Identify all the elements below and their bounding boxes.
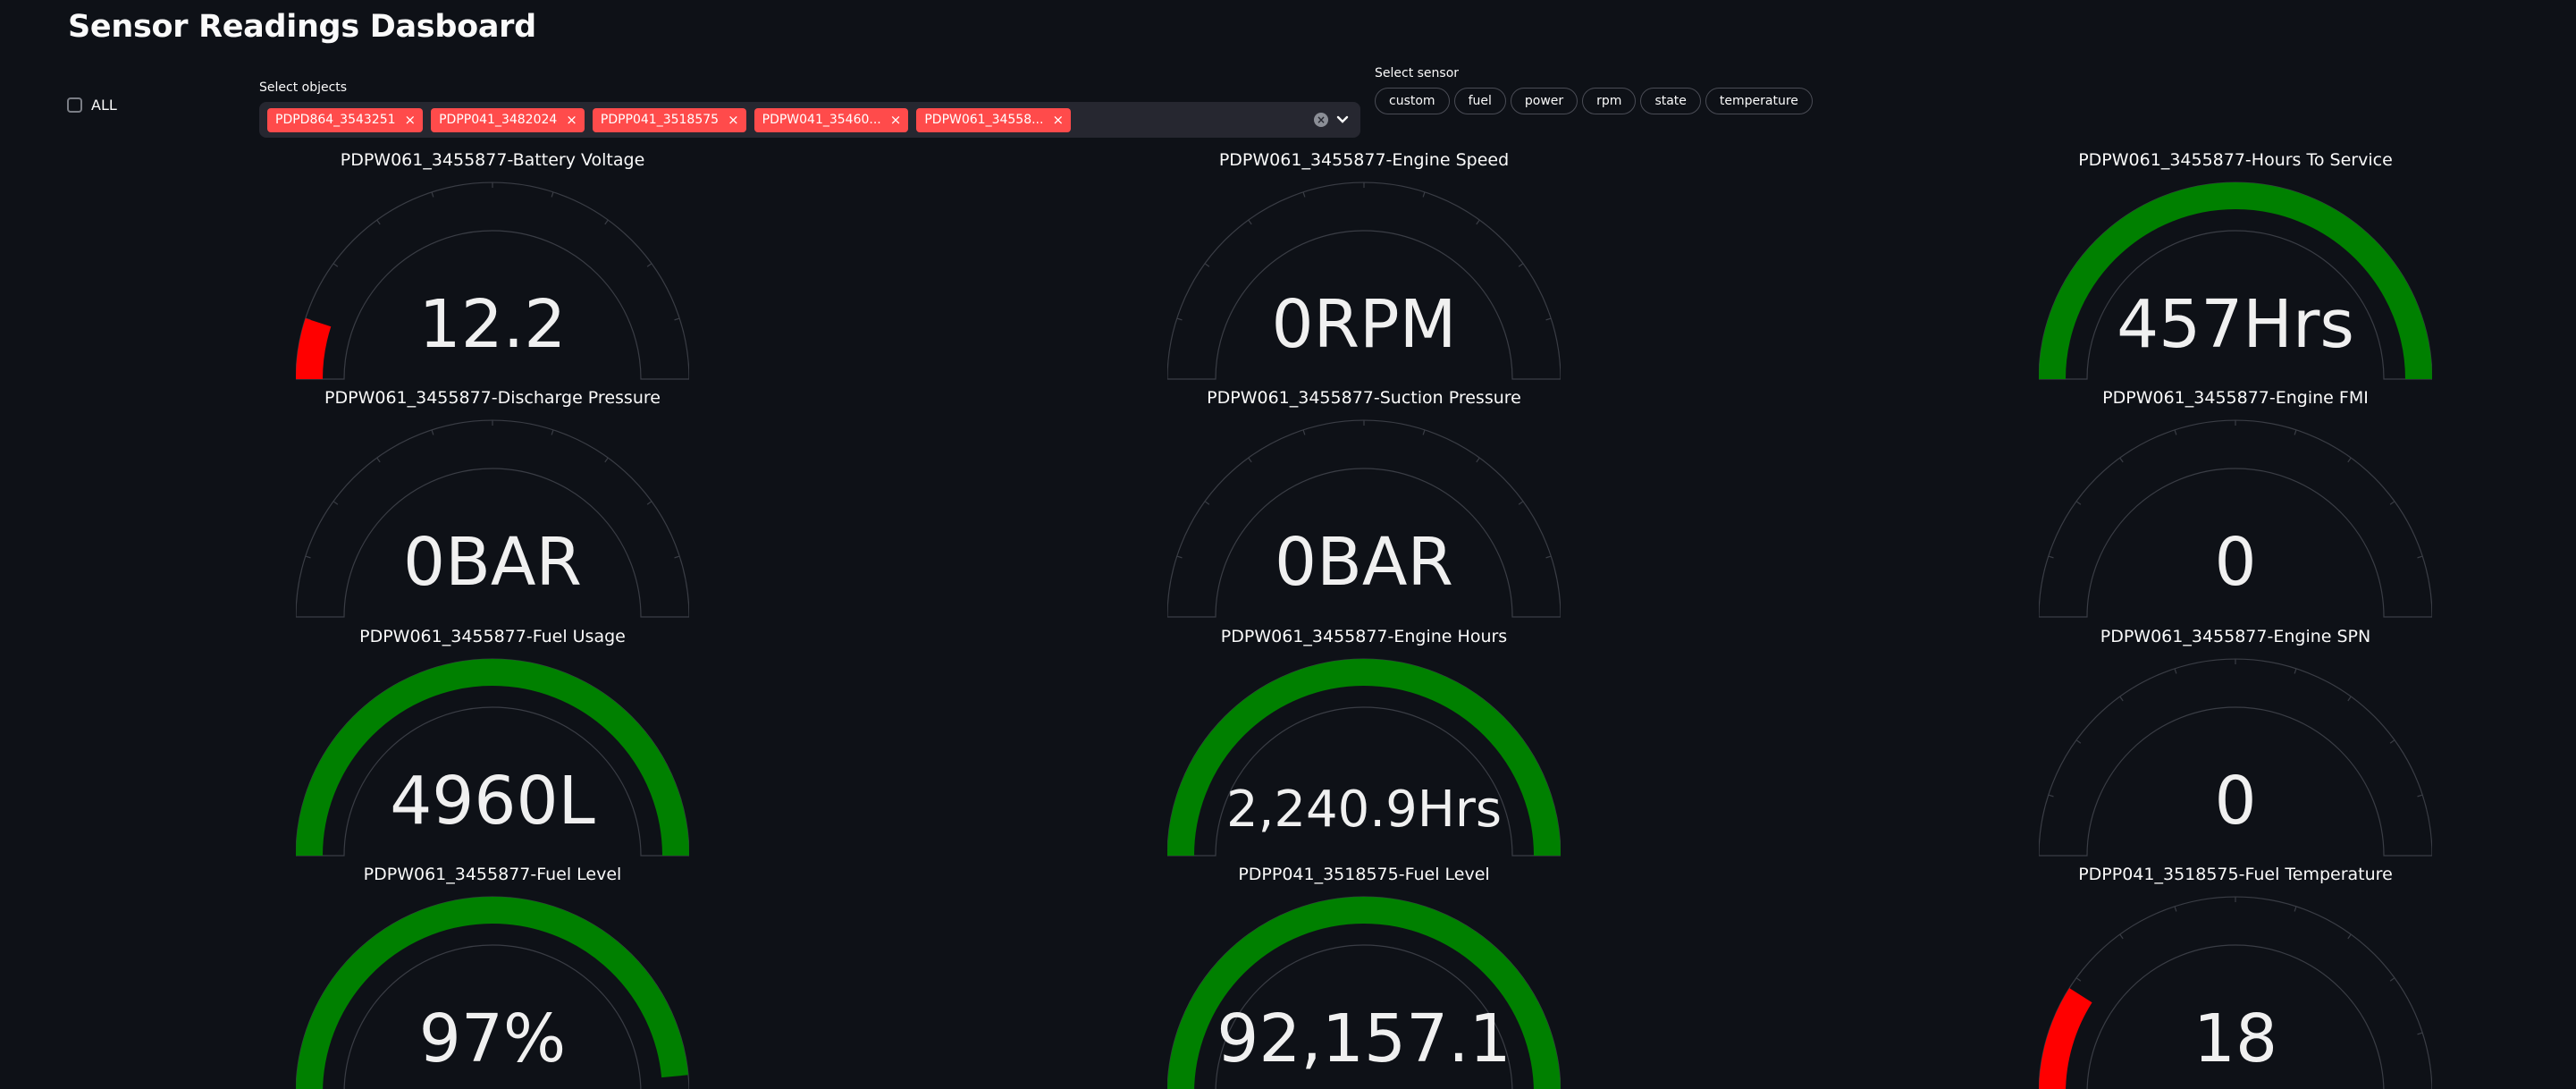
select-sensor-label: Select sensor: [1375, 66, 1460, 80]
gauge-tick: [551, 191, 554, 198]
gauge-card: PDPW061_3455877-Hours To Service 457Hrs: [2039, 150, 2432, 388]
gauge-value: 0BAR: [403, 524, 582, 601]
gauge-value: 0: [2214, 524, 2257, 601]
gauge-card: PDPW061_3455877-Engine SPN 0: [2039, 627, 2432, 865]
gauge-tick: [2174, 906, 2177, 912]
gauge-tick: [1204, 263, 1210, 267]
remove-chip-icon[interactable]: ×: [566, 113, 577, 127]
gauge-tick: [2174, 429, 2177, 435]
gauge-tick: [2347, 696, 2352, 702]
gauge-tick: [2389, 977, 2395, 982]
gauge-tick: [376, 457, 381, 463]
gauge-card: PDPP041_3518575-Fuel Temperature 18: [2039, 865, 2432, 1089]
gauge-tick: [2389, 739, 2395, 744]
all-checkbox-wrap[interactable]: ALL: [67, 97, 117, 114]
select-objects-label: Select objects: [259, 80, 348, 95]
gauge-tick: [431, 191, 434, 198]
gauge-tick: [551, 429, 554, 435]
gauge-value: 457Hrs: [2117, 286, 2354, 363]
gauge-value: 18: [2193, 1000, 2278, 1077]
object-chip[interactable]: PDPP041_3482024 ×: [431, 107, 585, 132]
gauge-tick: [2119, 933, 2124, 940]
gauge-tick: [604, 219, 609, 225]
gauge-value: 2,240.9Hrs: [1225, 781, 1503, 839]
sensor-pill[interactable]: temperature: [1705, 88, 1813, 114]
object-chip-label: PDPP041_3518575: [600, 113, 720, 127]
all-checkbox-label: ALL: [91, 97, 117, 114]
gauge-tick: [333, 263, 339, 267]
gauge-tick: [2294, 429, 2297, 435]
gauge-card: PDPW061_3455877-Battery Voltage 12.2: [296, 150, 689, 388]
sensor-pill[interactable]: rpm: [1582, 88, 1637, 114]
remove-chip-icon[interactable]: ×: [728, 113, 739, 127]
gauge-value: 0BAR: [1275, 524, 1453, 601]
object-chip-label: PDPD864_3543251: [275, 113, 396, 127]
gauge-tick: [1302, 191, 1306, 198]
gauge-value: 0RPM: [1271, 286, 1457, 363]
sensor-pill[interactable]: state: [1640, 88, 1701, 114]
gauge-tick: [376, 219, 381, 225]
object-chip[interactable]: PDPD864_3543251 ×: [267, 107, 424, 132]
sensor-pills: custom fuel power rpm state temperature: [1375, 88, 1813, 114]
gauge-tick: [2389, 501, 2395, 505]
gauge-tick: [646, 501, 652, 505]
object-chip-label: PDPW041_35460...: [762, 113, 881, 127]
gauge-tick: [431, 429, 434, 435]
gauge-tick: [333, 501, 339, 505]
sensor-pill[interactable]: custom: [1375, 88, 1450, 114]
sensor-pill[interactable]: fuel: [1453, 88, 1506, 114]
gauge-tick: [1518, 263, 1524, 267]
remove-chip-icon[interactable]: ×: [405, 113, 417, 127]
gauge-tick: [604, 457, 609, 463]
gauge-tick: [1248, 219, 1252, 225]
remove-chip-icon[interactable]: ×: [1052, 113, 1064, 127]
gauge-tick: [2347, 933, 2352, 940]
clear-all-icon[interactable]: ×: [1314, 113, 1328, 127]
gauge-tick: [1476, 219, 1480, 225]
object-chip-label: PDPP041_3482024: [439, 113, 558, 127]
gauge-card: PDPW061_3455877-Engine FMI 0: [2039, 388, 2432, 626]
gauge-value: 0: [2214, 763, 2257, 840]
gauge-card: PDPW061_3455877-Suction Pressure 0BAR: [1167, 388, 1561, 626]
gauge-tick: [1422, 191, 1426, 198]
gauge-card: PDPP041_3518575-Fuel Level 92,157.1: [1167, 865, 1561, 1089]
gauge-value: 97%: [418, 1000, 567, 1077]
gauge-tick: [1476, 457, 1480, 463]
gauge-card: PDPW061_3455877-Engine Speed 0RPM: [1167, 150, 1561, 388]
gauge-card: PDPW061_3455877-Fuel Usage 4960L: [296, 627, 689, 865]
page-title: Sensor Readings Dasboard: [68, 9, 536, 45]
gauge-value: 92,157.1: [1216, 1000, 1511, 1077]
all-checkbox[interactable]: [67, 97, 82, 113]
gauge-tick: [1422, 429, 1426, 435]
chevron-down-icon[interactable]: [1335, 113, 1350, 127]
gauge-tick: [2294, 668, 2297, 674]
object-chip[interactable]: PDPW041_35460... ×: [753, 107, 909, 132]
gauge-tick: [1204, 501, 1210, 505]
gauge-tick: [2347, 457, 2352, 463]
object-chip[interactable]: PDPW061_34558... ×: [916, 107, 1072, 132]
gauge-card: PDPW061_3455877-Engine Hours 2,240.9Hrs: [1167, 627, 1561, 865]
gauge-tick: [2075, 977, 2082, 982]
gauge-tick: [1302, 429, 1306, 435]
gauge-tick: [2174, 668, 2177, 674]
gauge-card: PDPW061_3455877-Discharge Pressure 0BAR: [296, 388, 689, 626]
sensor-pill[interactable]: power: [1510, 88, 1578, 114]
gauge-tick: [2119, 696, 2124, 702]
gauge-tick: [1518, 501, 1524, 505]
gauge-tick: [2119, 457, 2124, 463]
gauge-tick: [2075, 739, 2082, 744]
gauge-value: 12.2: [418, 286, 567, 363]
gauge-value: 4960L: [390, 763, 595, 840]
objects-multiselect[interactable]: PDPD864_3543251 × PDPP041_3482024 × PDPP…: [259, 102, 1360, 138]
gauge-tick: [646, 263, 652, 267]
gauge-tick: [2294, 906, 2297, 912]
gauge-card: PDPW061_3455877-Fuel Level 97%: [296, 865, 689, 1089]
gauge-tick: [2075, 501, 2082, 505]
remove-chip-icon[interactable]: ×: [890, 113, 902, 127]
gauge-tick: [1248, 457, 1252, 463]
object-chip-label: PDPW061_34558...: [924, 113, 1044, 127]
object-chip[interactable]: PDPP041_3518575 ×: [592, 107, 746, 132]
